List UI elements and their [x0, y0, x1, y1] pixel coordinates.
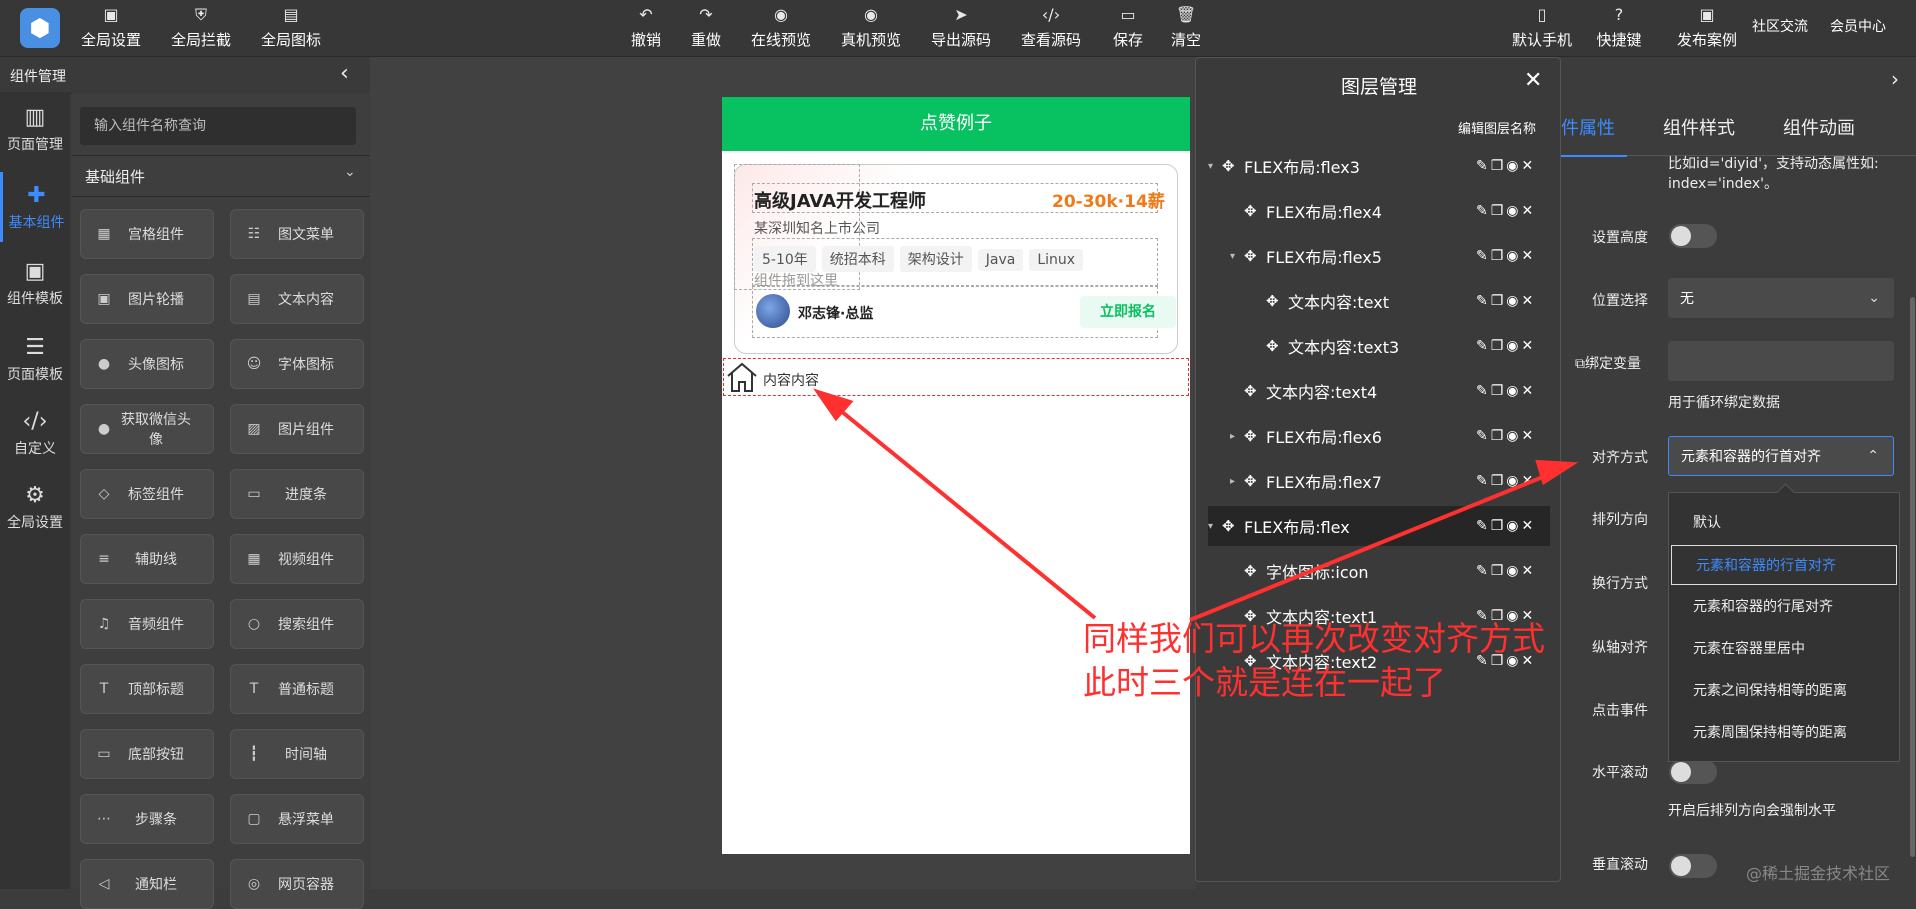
arrowhead [1535, 459, 1579, 486]
watermark: @稀土掘金技术社区 [1746, 864, 1891, 883]
arrow-to-content-row [828, 400, 1097, 620]
annotation-line1: 同样我们可以再次改变对齐方式 [1083, 619, 1545, 658]
arrow-to-align-select [1189, 468, 1561, 622]
annotation-line2: 此时三个就是连在一起了 [1083, 663, 1446, 702]
annotation-arrows [813, 388, 1579, 622]
